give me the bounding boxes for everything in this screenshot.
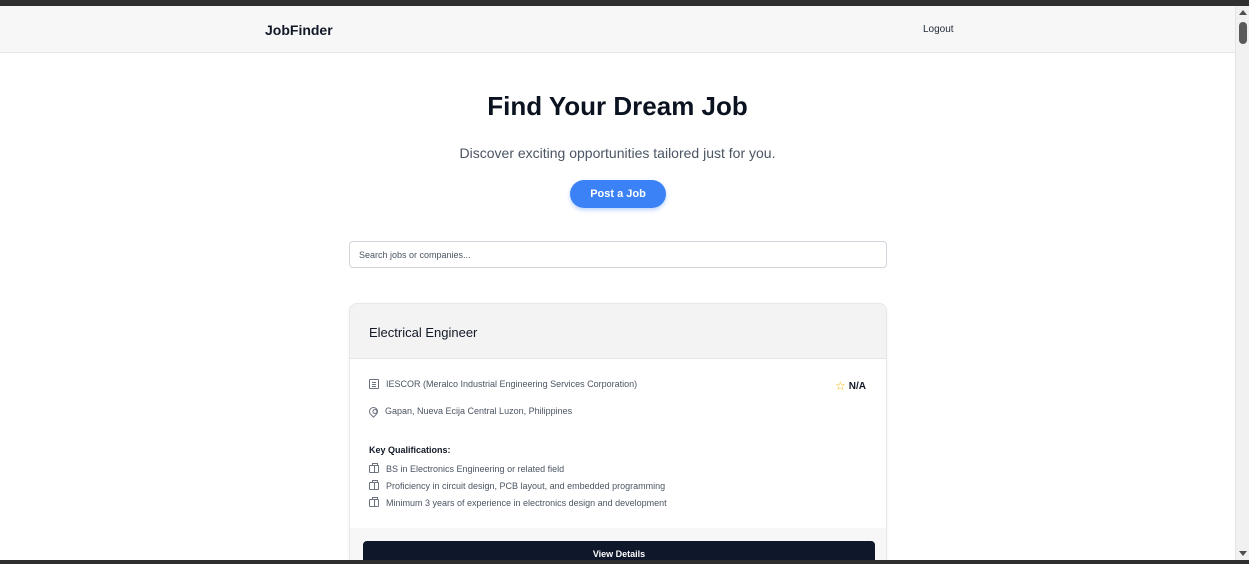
qualification-item: Proficiency in circuit design, PCB layou…	[369, 480, 666, 491]
rating-value: N/A	[848, 380, 866, 392]
qualification-text: Proficiency in circuit design, PCB layou…	[386, 481, 666, 491]
page-title: Find Your Dream Job	[487, 91, 748, 121]
page-subtitle: Discover exciting opportunities tailored…	[459, 145, 776, 161]
scroll-up-icon[interactable]	[1239, 10, 1247, 15]
search-input[interactable]	[349, 241, 887, 268]
map-pin-icon	[367, 404, 380, 418]
building-icon	[369, 379, 379, 389]
scroll-down-icon[interactable]	[1239, 551, 1247, 556]
briefcase-icon	[369, 480, 379, 490]
job-card: Electrical Engineer IESCOR (Meralco Indu…	[349, 303, 887, 564]
company-row: IESCOR (Meralco Industrial Engineering S…	[369, 379, 637, 389]
location-text: Gapan, Nueva Ecija Central Luzon, Philip…	[385, 406, 573, 416]
navbar: JobFinder Logout	[0, 6, 1235, 53]
scrollbar-thumb[interactable]	[1239, 22, 1247, 44]
taskbar-strip	[0, 560, 1249, 564]
page-scrollbar[interactable]	[1235, 6, 1249, 560]
briefcase-icon	[369, 497, 379, 507]
logout-link[interactable]: Logout	[923, 24, 954, 35]
location-row: Gapan, Nueva Ecija Central Luzon, Philip…	[367, 404, 573, 418]
job-title: Electrical Engineer	[369, 325, 478, 340]
job-card-header: Electrical Engineer	[350, 304, 886, 359]
qualification-item: BS in Electronics Engineering or related…	[369, 463, 565, 474]
qualification-text: Minimum 3 years of experience in electro…	[386, 498, 667, 508]
star-icon: ☆	[835, 379, 846, 393]
brand-logo[interactable]: JobFinder	[265, 22, 333, 38]
post-job-button[interactable]: Post a Job	[570, 180, 666, 208]
briefcase-icon	[369, 463, 379, 473]
qualification-text: BS in Electronics Engineering or related…	[386, 464, 565, 474]
rating: ☆ N/A	[835, 379, 866, 393]
qualifications-heading: Key Qualifications:	[369, 445, 451, 455]
qualification-item: Minimum 3 years of experience in electro…	[369, 497, 667, 508]
company-name: IESCOR (Meralco Industrial Engineering S…	[386, 379, 638, 389]
